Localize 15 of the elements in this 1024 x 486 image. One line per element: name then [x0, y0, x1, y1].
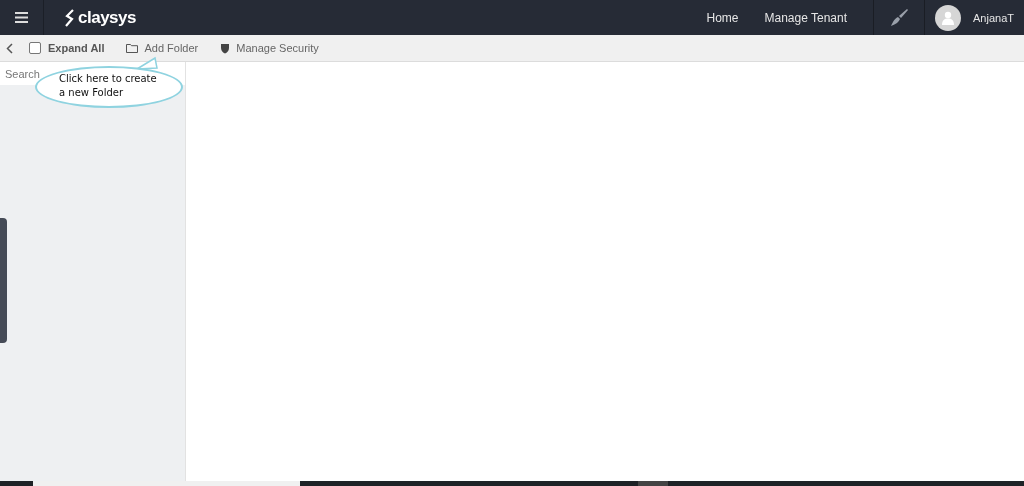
user-name[interactable]: AnjanaT [973, 11, 1014, 24]
menu-icon [15, 12, 28, 23]
checkbox[interactable] [29, 42, 41, 54]
folder-icon [126, 43, 139, 53]
checkbox-label: Expand All [48, 42, 105, 54]
toolbar-button[interactable]: Manage Security [220, 42, 319, 54]
paintbrush-icon[interactable] [889, 7, 909, 28]
nav-link[interactable]: Manage Tenant [764, 10, 847, 25]
logo: claysys [64, 7, 136, 28]
panel-handle[interactable] [0, 218, 7, 343]
shield-icon [220, 42, 231, 54]
nav-link[interactable]: Home [706, 10, 739, 25]
toolbar-button[interactable]: Add Folder [126, 42, 199, 54]
avatar[interactable] [935, 4, 961, 31]
expand-all-checkbox[interactable]: Expand All [29, 42, 105, 54]
